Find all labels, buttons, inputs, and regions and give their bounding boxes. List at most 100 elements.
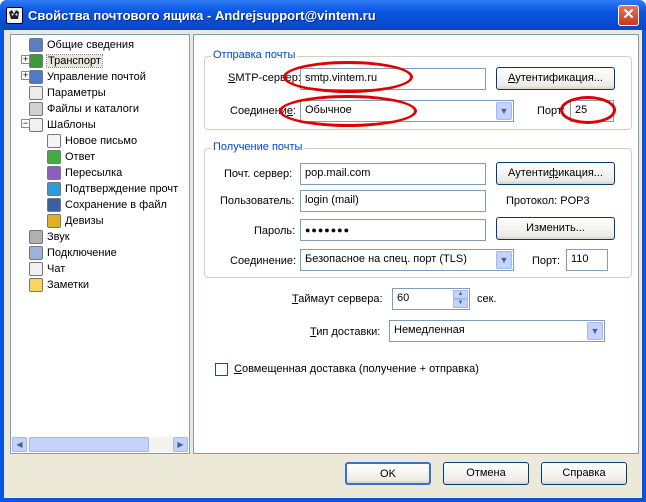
- pop-server-label: Почт. сервер:: [224, 168, 293, 180]
- delivery-type-value: Немедленная: [394, 324, 465, 336]
- settings-icon: [29, 86, 43, 100]
- tree-item-save[interactable]: Сохранение в файл: [47, 197, 167, 213]
- receive-connection-value: Безопасное на спец. порт (TLS): [305, 253, 467, 265]
- expand-transport-toggle[interactable]: +: [21, 55, 30, 64]
- tree-horizontal-scrollbar[interactable]: ◀ ▶: [12, 437, 188, 452]
- tree-item-forward[interactable]: Пересылка: [47, 165, 122, 181]
- tree-item-label: Управление почтой: [47, 71, 146, 83]
- smtp-auth-button[interactable]: Аутентификация...: [496, 67, 615, 90]
- timeout-unit: сек.: [477, 293, 497, 305]
- sound-icon: [29, 230, 43, 244]
- dialog-client-area: Заметки Чат Подключение Звук Девизы Сохранени…: [4, 30, 642, 498]
- reply-icon: [47, 150, 61, 164]
- tree-item-chat[interactable]: Чат: [29, 261, 65, 277]
- tree-item-files[interactable]: Файлы и каталоги: [29, 101, 139, 117]
- tree-item-notes[interactable]: Заметки: [29, 277, 89, 293]
- send-connection-select[interactable]: Обычное ▼: [300, 100, 514, 122]
- scroll-thumb[interactable]: [29, 437, 149, 452]
- tree-item-mottos[interactable]: Девизы: [47, 213, 104, 229]
- tree-item-label: Подключение: [47, 247, 117, 259]
- mottos-icon: [47, 214, 61, 228]
- password-field[interactable]: ●●●●●●●: [300, 219, 486, 241]
- smtp-server-field[interactable]: smtp.vintem.ru: [300, 68, 486, 90]
- settings-tree[interactable]: Заметки Чат Подключение Звук Девизы Сохранени…: [10, 34, 190, 454]
- tree-item-settings[interactable]: Параметры: [29, 85, 106, 101]
- tree-item-mailbox[interactable]: Общие сведения: [29, 37, 134, 53]
- change-password-button[interactable]: Изменить...: [496, 217, 615, 240]
- notes-icon: [29, 278, 43, 292]
- pop-server-field[interactable]: pop.mail.com: [300, 163, 486, 185]
- tree-item-label: Звук: [47, 231, 70, 243]
- tree-item-connection[interactable]: Подключение: [29, 245, 117, 261]
- expand-mail-management-toggle[interactable]: +: [21, 71, 30, 80]
- transport-icon: [29, 54, 43, 68]
- tree-item-reply[interactable]: Ответ: [47, 149, 95, 165]
- mail-manage-icon: [29, 70, 43, 84]
- user-label: Пользователь:: [220, 195, 295, 207]
- tree-item-label: Сохранение в файл: [65, 199, 167, 211]
- send-mail-legend: Отправка почты: [211, 49, 298, 61]
- tree-item-label: Шаблоны: [47, 119, 96, 131]
- password-label: Пароль:: [254, 225, 296, 237]
- receive-connection-select[interactable]: Безопасное на спец. порт (TLS) ▼: [300, 249, 514, 271]
- timeout-spinner[interactable]: ▲ ▼: [453, 290, 468, 308]
- title-bar[interactable]: Свойства почтового ящика - Andrejsupport…: [0, 0, 646, 30]
- connection-icon: [29, 246, 43, 260]
- chat-icon: [29, 262, 43, 276]
- tree-item-label: Девизы: [65, 215, 104, 227]
- tree-item-transport[interactable]: Транспорт: [29, 53, 103, 69]
- timeout-value: 60: [397, 292, 410, 304]
- tree-item-label: Транспорт: [46, 54, 103, 68]
- user-field[interactable]: login (mail): [300, 190, 486, 212]
- chevron-down-icon[interactable]: ▼: [496, 251, 512, 269]
- receive-port-label: Порт:: [532, 255, 560, 267]
- cancel-button[interactable]: Отмена: [443, 462, 529, 485]
- settings-panel: Отправка почты SMTP-сервер: smtp.vintem.…: [193, 34, 639, 454]
- receive-mail-legend: Получение почты: [211, 141, 305, 153]
- scroll-right-arrow-icon[interactable]: ▶: [173, 437, 188, 452]
- send-connection-label: Соединение:: [230, 105, 297, 117]
- tree-item-confirm[interactable]: Подтверждение прочт: [47, 181, 178, 197]
- collapse-templates-toggle[interactable]: −: [21, 119, 30, 128]
- chevron-down-icon[interactable]: ▼: [587, 322, 603, 340]
- tree-item-label: Пересылка: [65, 167, 123, 179]
- send-port-label: Порт:: [537, 105, 565, 117]
- window-title: Свойства почтового ящика - Andrejsupport…: [28, 8, 376, 23]
- scroll-left-arrow-icon[interactable]: ◀: [12, 437, 27, 452]
- send-connection-value: Обычное: [305, 104, 352, 116]
- ok-button[interactable]: OK: [345, 462, 431, 485]
- tree-item-label: Заметки: [47, 279, 90, 291]
- app-icon: [6, 7, 23, 24]
- templates-icon: [29, 118, 43, 132]
- spin-up-icon[interactable]: ▲: [453, 290, 468, 299]
- confirm-icon: [47, 182, 61, 196]
- chevron-down-icon[interactable]: ▼: [496, 102, 512, 120]
- help-button[interactable]: Справка: [541, 462, 627, 485]
- send-port-field[interactable]: 25: [570, 100, 614, 122]
- new-letter-icon: [47, 134, 61, 148]
- forward-icon: [47, 166, 61, 180]
- dialog-window: Свойства почтового ящика - Andrejsupport…: [0, 0, 646, 502]
- tree-item-templates[interactable]: Шаблоны: [29, 117, 96, 133]
- delivery-type-select[interactable]: Немедленная ▼: [389, 320, 605, 342]
- tree-item-label: Новое письмо: [65, 135, 138, 147]
- delivery-type-label: Тип доставки:: [310, 326, 381, 338]
- close-button[interactable]: ✕: [618, 5, 639, 26]
- protocol-label: Протокол: POP3: [506, 195, 590, 207]
- tree-item-label: Подтверждение прочт: [65, 183, 179, 195]
- tree-item-label: Файлы и каталоги: [47, 103, 139, 115]
- tree-item-sound[interactable]: Звук: [29, 229, 70, 245]
- tree-item-label: Общие сведения: [47, 39, 135, 51]
- tree-item-label: Чат: [47, 263, 66, 275]
- receive-port-field[interactable]: 110: [566, 249, 608, 271]
- spin-down-icon[interactable]: ▼: [453, 299, 468, 308]
- tree-item-mail-manage[interactable]: Управление почтой: [29, 69, 146, 85]
- receive-connection-label: Соединение:: [230, 255, 297, 267]
- timeout-field[interactable]: 60 ▲ ▼: [392, 288, 470, 310]
- combined-delivery-checkbox[interactable]: [215, 363, 228, 376]
- files-icon: [29, 102, 43, 116]
- combined-delivery-label: Совмещенная доставка (получение + отправ…: [234, 363, 479, 375]
- tree-item-new-letter[interactable]: Новое письмо: [47, 133, 137, 149]
- pop-auth-button[interactable]: Аутентификация...: [496, 162, 615, 185]
- timeout-label: Таймаут сервера:: [292, 293, 383, 305]
